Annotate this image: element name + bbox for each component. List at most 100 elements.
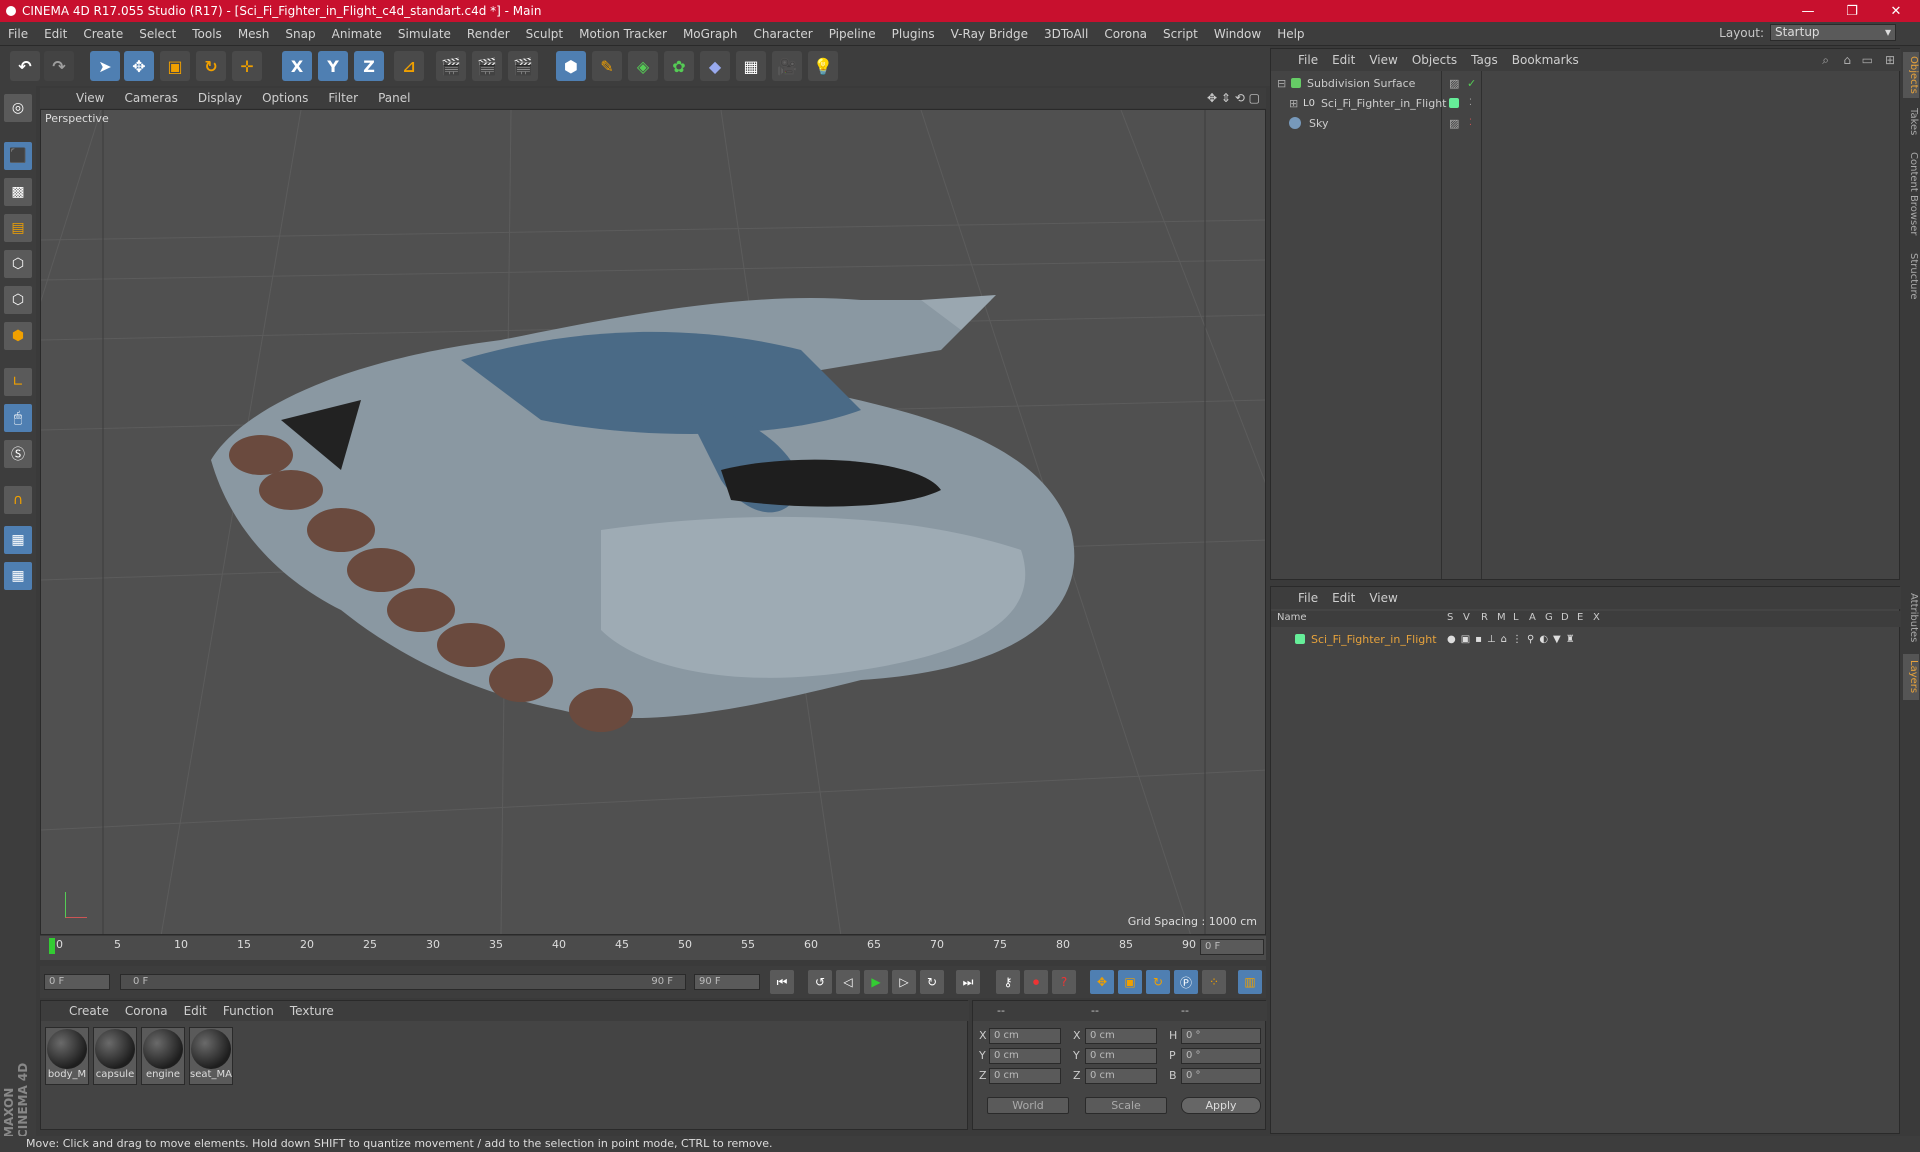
camera-button[interactable]: 🎥 [772,51,802,81]
menu-render[interactable]: Render [459,27,518,41]
snap-button[interactable]: ∩ [4,486,32,514]
previous-frame-button[interactable]: ◁ [836,970,860,994]
tweak-mode-button[interactable]: 🖱 [4,404,32,432]
new-view-icon[interactable]: ▭ [1862,53,1873,67]
key-rotation-button[interactable]: ↻ [1146,970,1170,994]
key-parameter-button[interactable]: Ⓟ [1174,970,1198,994]
objects-menu-edit[interactable]: Edit [1325,53,1362,67]
spline-pen-button[interactable]: ✎ [592,51,622,81]
menu-create[interactable]: Create [75,27,131,41]
menu-script[interactable]: Script [1155,27,1206,41]
end-frame-field[interactable]: 90 F [694,974,760,990]
y-axis-button[interactable]: Y [318,51,348,81]
redo-button[interactable]: ↷ [44,51,74,81]
timeline[interactable]: 0 5 10 15 20 25 30 35 40 45 50 55 60 65 … [40,936,1266,964]
apply-button[interactable]: Apply [1181,1097,1261,1114]
menu-vray-bridge[interactable]: V-Ray Bridge [943,27,1036,41]
tab-layers[interactable]: Layers [1903,654,1919,700]
objects-menu-bookmarks[interactable]: Bookmarks [1505,53,1586,67]
object-row[interactable]: ⊞ L0 Sci_Fi_Fighter_in_Flight ⁚ [1273,93,1899,113]
menu-file[interactable]: File [0,27,36,41]
workplane-mode-button[interactable]: ▤ [4,214,32,242]
layer-flags-icons[interactable]: ●▣▪⊥⌂⋮⚲◐▼♜ [1447,634,1580,645]
material-swatch[interactable]: seat_MA [189,1027,233,1085]
objects-menu-file[interactable]: File [1291,53,1325,67]
viewport-menu-options[interactable]: Options [252,91,318,105]
next-key-button[interactable]: ↻ [920,970,944,994]
undo-button[interactable]: ↶ [10,51,40,81]
search-icon[interactable]: ⌕ [1822,53,1829,68]
objects-menu-view[interactable]: View [1362,53,1404,67]
material-menu-edit[interactable]: Edit [176,1004,215,1018]
viewport-menu-filter[interactable]: Filter [318,91,368,105]
polygon-mode-button[interactable]: ⬢ [4,322,32,350]
key-scale-button[interactable]: ▣ [1118,970,1142,994]
texture-mode-button[interactable]: ▩ [4,178,32,206]
menu-pipeline[interactable]: Pipeline [821,27,884,41]
key-pla-button[interactable]: ⁘ [1202,970,1226,994]
position-z-field[interactable]: 0 cm [989,1068,1061,1084]
menu-sculpt[interactable]: Sculpt [518,27,571,41]
deformer-button[interactable]: ◆ [700,51,730,81]
menu-snap[interactable]: Snap [277,27,323,41]
objects-menu-tags[interactable]: Tags [1464,53,1505,67]
position-y-field[interactable]: 0 cm [989,1048,1061,1064]
rotation-p-field[interactable]: 0 ° [1181,1048,1261,1064]
scale-tool-button[interactable]: ▣ [160,51,190,81]
menu-animate[interactable]: Animate [324,27,390,41]
rotation-h-field[interactable]: 0 ° [1181,1028,1261,1044]
start-frame-field[interactable]: 0 F [44,974,110,990]
object-row[interactable]: Sky ▨ ⁚ [1273,113,1899,133]
viewport-menu-cameras[interactable]: Cameras [114,91,187,105]
array-button[interactable]: ✿ [664,51,694,81]
menu-3dtoall[interactable]: 3DToAll [1036,27,1096,41]
tab-structure[interactable]: Structure [1903,248,1919,304]
tab-takes[interactable]: Takes [1903,104,1919,140]
menu-help[interactable]: Help [1269,27,1312,41]
previous-key-button[interactable]: ↺ [808,970,832,994]
close-button[interactable]: ✕ [1874,0,1918,22]
workplane-snap-button[interactable]: ▦ [4,562,32,590]
transform-tool-button[interactable]: ✛ [232,51,262,81]
tab-objects[interactable]: Objects [1903,52,1919,98]
coordinate-system-dropdown[interactable]: World [987,1097,1069,1114]
tab-content-browser[interactable]: Content Browser [1903,146,1919,242]
key-position-button[interactable]: ✥ [1090,970,1114,994]
subdivision-button[interactable]: ◈ [628,51,658,81]
material-swatch[interactable]: body_M [45,1027,89,1085]
position-x-field[interactable]: 0 cm [989,1028,1061,1044]
point-mode-button[interactable]: ⬡ [4,250,32,278]
menu-mesh[interactable]: Mesh [230,27,278,41]
render-settings-button[interactable]: 🎬 [508,51,538,81]
layers-menu-edit[interactable]: Edit [1325,591,1362,605]
layout-dropdown[interactable]: Startup ▾ [1770,24,1896,41]
go-to-start-button[interactable]: ⏮ [770,970,794,994]
tab-attributes[interactable]: Attributes [1903,588,1919,648]
current-frame-field[interactable]: 0 F [1200,939,1264,955]
viewport-menu-panel[interactable]: Panel [368,91,420,105]
menu-corona[interactable]: Corona [1096,27,1155,41]
cube-object-button[interactable]: ⬢ [556,51,586,81]
workplane-lock-button[interactable]: ▦ [4,526,32,554]
x-axis-button[interactable]: X [282,51,312,81]
home-icon[interactable]: ⌂ [1843,53,1851,67]
menu-mograph[interactable]: MoGraph [675,27,746,41]
menu-character[interactable]: Character [745,27,820,41]
minimize-button[interactable]: — [1786,0,1830,22]
coordinate-system-button[interactable]: ⊿ [394,51,424,81]
light-button[interactable]: 💡 [808,51,838,81]
material-swatch[interactable]: capsule [93,1027,137,1085]
render-picture-viewer-button[interactable]: 🎬 [472,51,502,81]
axis-mode-button[interactable]: ∟ [4,368,32,396]
play-button[interactable]: ▶ [864,970,888,994]
material-menu-texture[interactable]: Texture [282,1004,342,1018]
playhead[interactable] [49,938,55,954]
make-editable-button[interactable]: ◎ [4,94,32,122]
layers-menu-file[interactable]: File [1291,591,1325,605]
render-view-button[interactable]: 🎬 [436,51,466,81]
menu-tools[interactable]: Tools [184,27,230,41]
floor-button[interactable]: ▦ [736,51,766,81]
3d-viewport[interactable]: Perspective Grid Spacing : 1000 cm [40,109,1266,935]
keyframe-selection-button[interactable]: ? [1052,970,1076,994]
timeline-window-button[interactable]: ▥ [1238,970,1262,994]
